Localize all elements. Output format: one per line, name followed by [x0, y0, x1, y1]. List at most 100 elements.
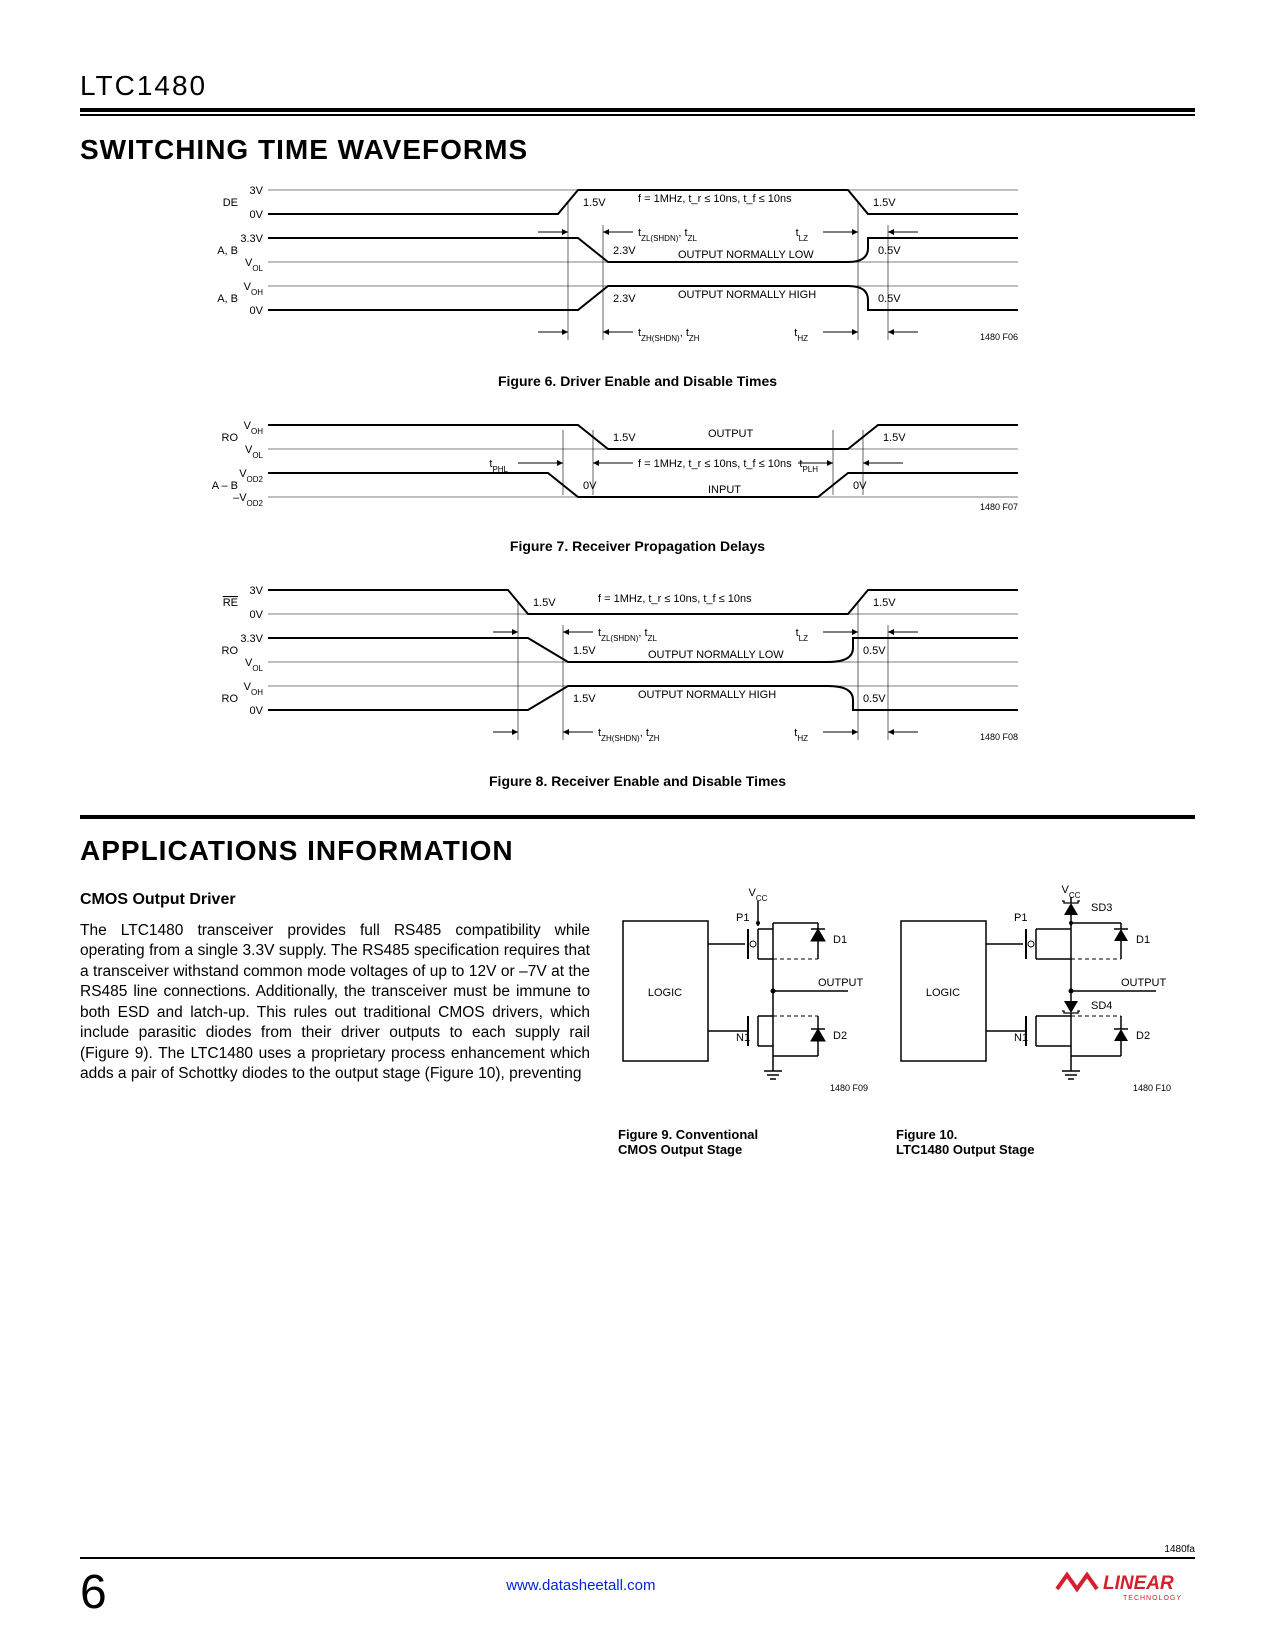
- svg-text:tZH(SHDN), tZH: tZH(SHDN), tZH: [598, 727, 660, 743]
- f7-ro: RO: [221, 432, 238, 444]
- f7-id: 1480 F07: [979, 502, 1017, 512]
- f8-re-hi: 3V: [249, 585, 263, 597]
- f6-ab2-note: OUTPUT NORMALLY HIGH: [678, 289, 816, 301]
- svg-text:tPLH: tPLH: [799, 458, 818, 474]
- svg-text:–VOD2: –VOD2: [233, 492, 263, 508]
- f8-cond: f = 1MHz, t_r ≤ 10ns, t_f ≤ 10ns: [598, 593, 752, 605]
- svg-text:D2: D2: [1136, 1030, 1150, 1042]
- f6-ab2-r: 0.5V: [878, 293, 901, 305]
- f6-de: DE: [222, 197, 237, 209]
- footer-url[interactable]: www.datasheetall.com: [506, 1577, 655, 1594]
- f8-ro1-hi: 3.3V: [240, 633, 263, 645]
- svg-text:P1: P1: [1014, 912, 1027, 924]
- f8-ro1: RO: [221, 645, 238, 657]
- section-switching-waveforms: SWITCHING TIME WAVEFORMS: [80, 134, 1195, 166]
- f8-ro2-th: 1.5V: [573, 693, 596, 705]
- linear-technology-logo: LINEAR TECHNOLOGY: [1055, 1567, 1195, 1612]
- svg-text:tLZ: tLZ: [795, 627, 808, 643]
- f7-ab: A – B: [211, 480, 237, 492]
- svg-text:VOH: VOH: [243, 681, 263, 697]
- f7-ab-th2: 0V: [853, 480, 867, 492]
- figure-9-caption: Figure 9. ConventionalCMOS Output Stage: [618, 1127, 878, 1157]
- svg-text:P1: P1: [736, 912, 749, 924]
- svg-text:VOH: VOH: [243, 420, 263, 436]
- svg-text:tLZ: tLZ: [795, 227, 808, 243]
- f8-id: 1480 F08: [979, 732, 1017, 742]
- svg-text:VCC: VCC: [749, 887, 768, 903]
- svg-text:LOGIC: LOGIC: [648, 987, 682, 999]
- f7-cond: f = 1MHz, t_r ≤ 10ns, t_f ≤ 10ns: [638, 458, 792, 470]
- footer-rule: [80, 1557, 1195, 1559]
- svg-text:SD3: SD3: [1091, 902, 1112, 914]
- f7-ro-th: 1.5V: [613, 432, 636, 444]
- f6-ab1-r: 0.5V: [878, 245, 901, 257]
- figure-7-caption: Figure 7. Receiver Propagation Delays: [80, 538, 1195, 554]
- f6-ab1-th: 2.3V: [613, 245, 636, 257]
- figure-6: 3V DE 0V 1.5V 1.5V f = 1MHz, t_r ≤ 10ns,…: [80, 180, 1195, 389]
- figure-10: LOGIC VCC SD3 P1: [896, 881, 1181, 1157]
- f6-de-lo: 0V: [249, 209, 263, 221]
- f8-ro1-note: OUTPUT NORMALLY LOW: [648, 649, 784, 661]
- f6-ab2-lo: 0V: [249, 305, 263, 317]
- f7-ro-note: OUTPUT: [708, 428, 754, 440]
- svg-text:OUTPUT: OUTPUT: [818, 977, 864, 989]
- svg-text:1480 F10: 1480 F10: [1133, 1083, 1171, 1093]
- svg-text:D2: D2: [833, 1030, 847, 1042]
- svg-text:tHZ: tHZ: [794, 727, 808, 743]
- f8-ro1-th: 1.5V: [573, 645, 596, 657]
- f7-ab-th: 0V: [583, 480, 597, 492]
- svg-text:SD4: SD4: [1091, 1000, 1112, 1012]
- figure-7: VOH RO VOL 1.5V OUTPUT 1.5V VOD2 A – B –…: [80, 415, 1195, 554]
- figure-9: LOGIC VCC P1 N1: [618, 881, 878, 1157]
- f6-ab2: A, B: [217, 293, 238, 305]
- svg-text:tZL(SHDN), tZL: tZL(SHDN), tZL: [598, 627, 657, 643]
- figure-10-caption: Figure 10.LTC1480 Output Stage: [896, 1127, 1181, 1157]
- subheading-cmos: CMOS Output Driver: [80, 891, 590, 909]
- svg-text:VOH: VOH: [243, 281, 263, 297]
- f8-ro1-r: 0.5V: [863, 645, 886, 657]
- svg-text:TECHNOLOGY: TECHNOLOGY: [1123, 1595, 1182, 1602]
- f6-de-th2: 1.5V: [873, 197, 896, 209]
- f7-ro-th2: 1.5V: [883, 432, 906, 444]
- f6-ab1-note: OUTPUT NORMALLY LOW: [678, 249, 814, 261]
- svg-text:1480 F09: 1480 F09: [830, 1083, 868, 1093]
- f6-ab1: A, B: [217, 245, 238, 257]
- svg-text:tZL(SHDN), tZL: tZL(SHDN), tZL: [638, 227, 697, 243]
- f6-ab1-hi: 3.3V: [240, 233, 263, 245]
- f6-de-hi: 3V: [249, 185, 263, 197]
- rule-thick: [80, 108, 1195, 112]
- svg-text:OUTPUT: OUTPUT: [1121, 977, 1167, 989]
- svg-text:tPHL: tPHL: [489, 458, 508, 474]
- f6-ab2-th: 2.3V: [613, 293, 636, 305]
- f8-ro2: RO: [221, 693, 238, 705]
- part-number: LTC1480: [80, 70, 1195, 102]
- f8-re: RE: [222, 597, 237, 609]
- svg-text:LOGIC: LOGIC: [926, 987, 960, 999]
- f6-de-th: 1.5V: [583, 197, 606, 209]
- f6-cond: f = 1MHz, t_r ≤ 10ns, t_f ≤ 10ns: [638, 193, 792, 205]
- svg-text:tHZ: tHZ: [794, 327, 808, 343]
- svg-text:LINEAR: LINEAR: [1103, 1573, 1174, 1594]
- figure-8-caption: Figure 8. Receiver Enable and Disable Ti…: [80, 773, 1195, 789]
- f6-id: 1480 F06: [979, 332, 1017, 342]
- figure-8: 3V RE 0V 1.5V 1.5V f = 1MHz, t_r ≤ 10ns,…: [80, 580, 1195, 789]
- doc-id: 1480fa: [80, 1544, 1195, 1555]
- f8-ro2-note: OUTPUT NORMALLY HIGH: [638, 689, 776, 701]
- f8-re-th2: 1.5V: [873, 597, 896, 609]
- svg-text:VOL: VOL: [244, 444, 263, 460]
- svg-text:VOD2: VOD2: [239, 468, 263, 484]
- section-applications: APPLICATIONS INFORMATION: [80, 835, 1195, 867]
- f8-ro2-r: 0.5V: [863, 693, 886, 705]
- svg-text:D1: D1: [1136, 934, 1150, 946]
- svg-text:VOL: VOL: [244, 657, 263, 673]
- svg-text:VOL: VOL: [244, 257, 263, 273]
- rule-thin: [80, 114, 1195, 116]
- section-divider: [80, 815, 1195, 819]
- f8-re-th: 1.5V: [533, 597, 556, 609]
- svg-text:D1: D1: [833, 934, 847, 946]
- page-number: 6: [80, 1565, 107, 1620]
- svg-text:tZH(SHDN), tZH: tZH(SHDN), tZH: [638, 327, 700, 343]
- f8-re-lo: 0V: [249, 609, 263, 621]
- body-text: The LTC1480 transceiver provides full RS…: [80, 921, 590, 1085]
- f8-ro2-lo: 0V: [249, 705, 263, 717]
